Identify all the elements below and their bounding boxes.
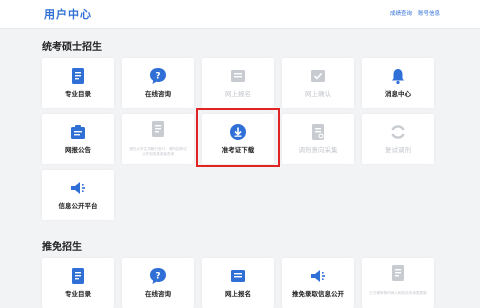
document-icon <box>72 268 84 284</box>
card-label: 网上确认 <box>305 90 331 98</box>
card-major-catalog[interactable]: 专业目录 <box>42 58 114 108</box>
card-label: 调剂意向采集 <box>298 146 338 154</box>
form-icon <box>231 70 245 82</box>
card-online-registration-2[interactable]: 网上报名 <box>202 258 274 308</box>
card-online-consult-2[interactable]: ? 在线咨询 <box>122 258 194 308</box>
card-label: 消息中心 <box>385 90 411 98</box>
card-major-catalog-2[interactable]: 专业目录 <box>42 258 114 308</box>
speaker-icon <box>71 182 85 194</box>
card-message-center[interactable]: 消息中心 <box>362 58 434 108</box>
refresh-icon <box>391 125 405 139</box>
card-online-consult[interactable]: ? 在线咨询 <box>122 58 194 108</box>
chat-question-icon: ? <box>150 68 166 84</box>
card-recommended-admission-disclosure[interactable]: 推免录取信息公开 <box>282 258 354 308</box>
page-title: 用户中心 <box>44 8 92 21</box>
card-online-confirm: 网上确认 <box>282 58 354 108</box>
header-link-account[interactable]: 账号信息 <box>418 9 440 17</box>
top-bar: 用户中心 成绩查询 账号信息 <box>0 0 480 29</box>
card-adjustment-intention: 调剂意向采集 <box>282 114 354 164</box>
card-label: 复试调剂 <box>385 146 411 154</box>
card-label: 在线咨询 <box>145 90 171 98</box>
card-info-disclosure-platform[interactable]: 信息公开平台 <box>42 170 114 220</box>
card-label: 在线咨询 <box>145 290 171 298</box>
speaker-icon <box>311 270 325 282</box>
card-label: 网报公告 <box>65 146 91 154</box>
card-registration-notice[interactable]: 网报公告 <box>42 114 114 164</box>
document-icon <box>72 68 84 84</box>
section-title-recommended: 推免招生 <box>42 242 82 253</box>
card-description: 请在大学生学籍行查行，请所招考试公开招信息或者查询 <box>129 147 187 156</box>
section-title-unified: 统考硕士招生 <box>42 42 102 53</box>
card-label: 网上报名 <box>225 90 251 98</box>
svg-text:?: ? <box>155 272 160 282</box>
card-label: 网上报名 <box>225 290 251 298</box>
card-label: 信息公开平台 <box>58 202 98 210</box>
highlight-box <box>196 108 280 167</box>
document-icon <box>152 121 164 137</box>
card-label: 推免录取信息公开 <box>292 290 344 298</box>
form-icon <box>231 270 245 282</box>
card-label: 专业目录 <box>65 290 91 298</box>
header-link-scores[interactable]: 成绩查询 <box>390 9 412 17</box>
svg-text:?: ? <box>155 72 160 82</box>
card-disabled-info-2: 已方便审核时间入和状态查询更更新 <box>362 258 434 308</box>
document-icon <box>392 265 404 281</box>
card-disabled-info: 请在大学生学籍行查行，请所招考试公开招信息或者查询 <box>122 114 194 164</box>
card-retest-adjustment: 复试调剂 <box>362 114 434 164</box>
bell-icon <box>392 69 404 85</box>
card-description: 已方便审核时间入和状态查询更更新 <box>369 291 427 295</box>
announcement-icon <box>71 125 85 139</box>
confirm-icon <box>311 70 325 82</box>
collect-icon <box>312 124 324 140</box>
card-label: 专业目录 <box>65 90 91 98</box>
chat-question-icon: ? <box>150 268 166 284</box>
card-online-registration: 网上报名 <box>202 58 274 108</box>
